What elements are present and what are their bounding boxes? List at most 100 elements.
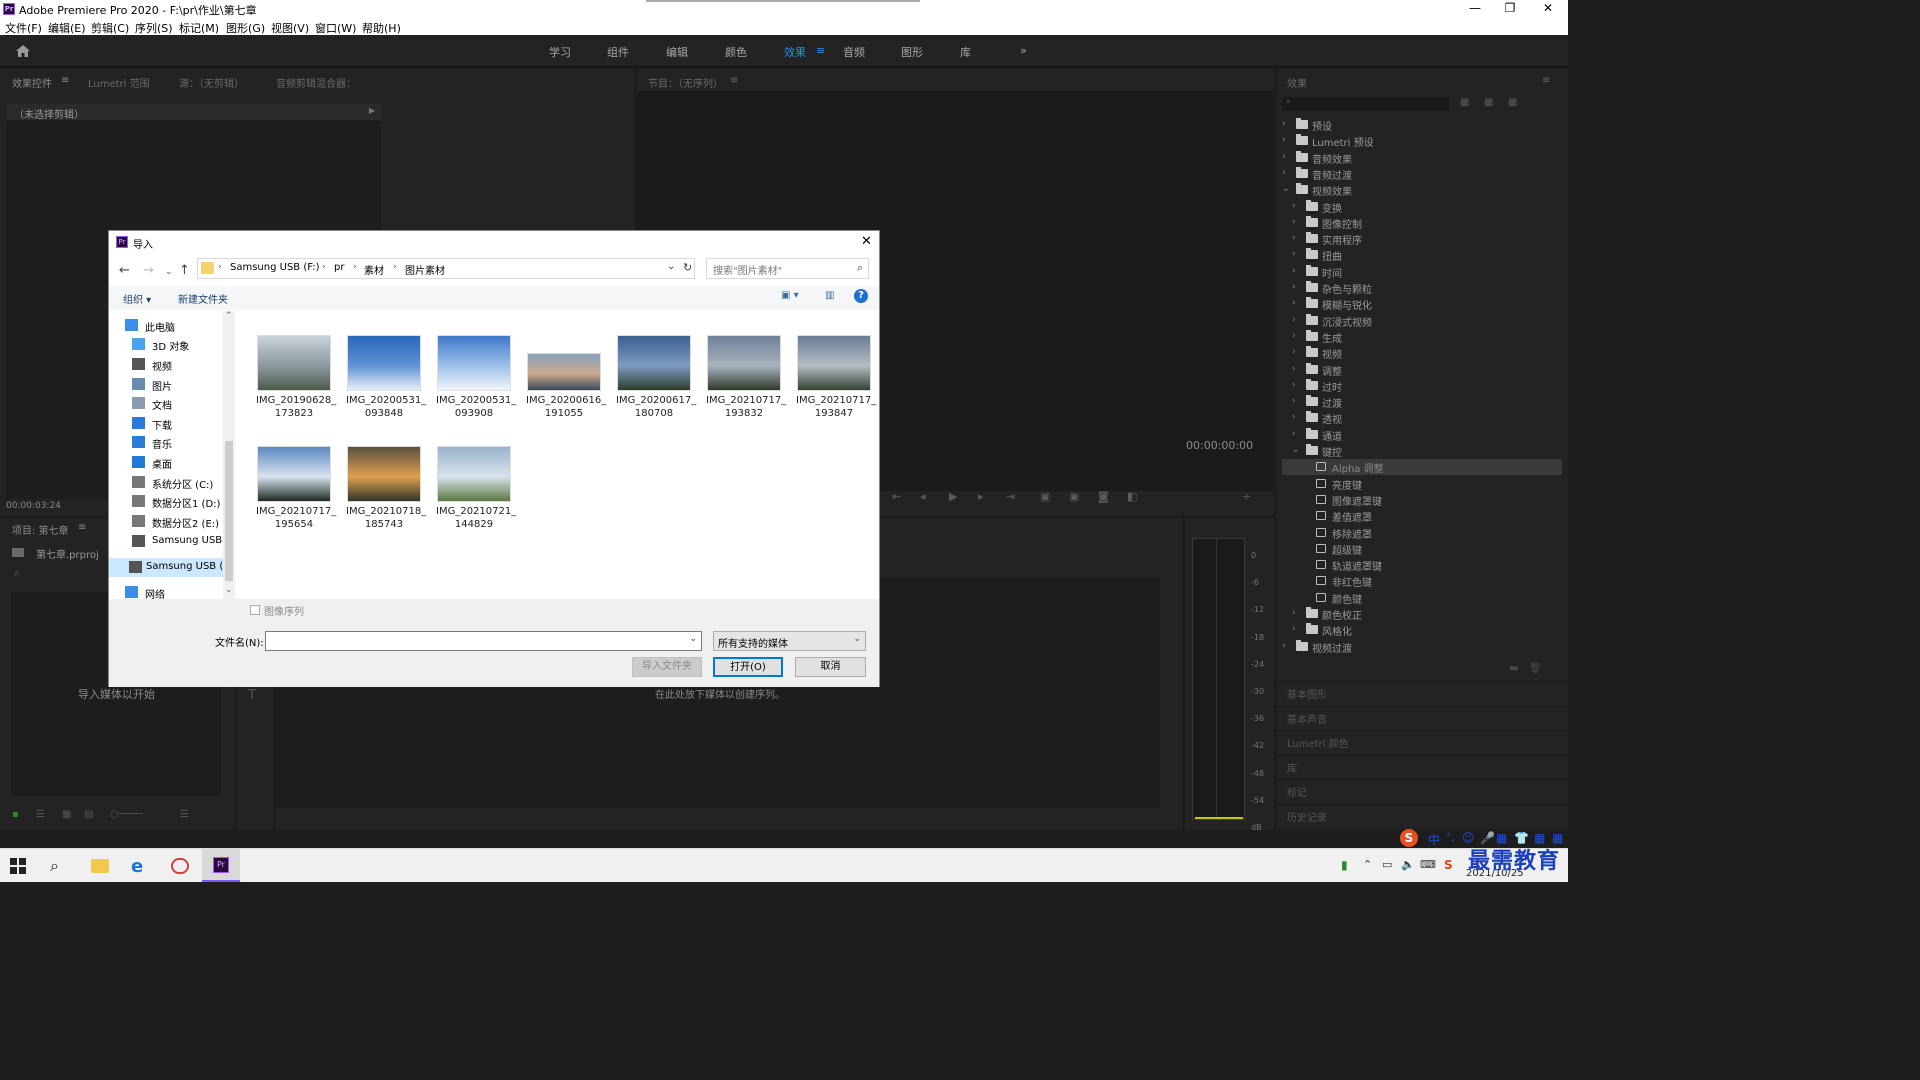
file-thumbnail[interactable]: IMG_20200531_ 093848 [346, 335, 426, 420]
close-window-button[interactable]: ✕ [1530, 0, 1566, 18]
tab-menu-icon[interactable]: ≡ [61, 75, 69, 86]
effect-item[interactable]: 差值遮罩 [1282, 508, 1562, 524]
collapsed-panel-header[interactable]: 基本声音 [1277, 705, 1568, 728]
effect-folder[interactable]: › 音频效果 [1282, 150, 1562, 166]
collapsed-panel-header[interactable]: 历史记录 [1277, 803, 1568, 826]
menu-help[interactable]: 帮助(H) [362, 20, 401, 36]
file-thumbnail[interactable]: IMG_20210717_ 195654 [256, 446, 336, 531]
chevron-right-icon[interactable]: › [1282, 152, 1286, 162]
effect-item[interactable]: 亮度键 [1282, 476, 1562, 492]
windows-start-icon[interactable] [10, 858, 26, 874]
workspace-tab-color[interactable]: 颜色 [725, 44, 747, 60]
file-explorer-icon[interactable] [91, 859, 109, 873]
tray-app-icon[interactable]: ▮ [1341, 858, 1348, 872]
nav-item[interactable]: 3D 对象 [132, 335, 232, 354]
chevron-right-icon[interactable]: › [1292, 380, 1296, 390]
home-icon[interactable] [15, 43, 31, 59]
chevron-right-icon[interactable]: › [1292, 429, 1296, 439]
network-tray-icon[interactable]: ▭ [1382, 858, 1392, 871]
sort-icon[interactable]: ☰ [180, 809, 189, 820]
icon-view-icon[interactable]: ▦ [62, 809, 71, 820]
ime-tray-icon[interactable]: ⌨ [1420, 858, 1436, 871]
chevron-right-icon[interactable]: › [1292, 396, 1296, 406]
minimize-button[interactable]: — [1457, 0, 1493, 18]
menu-edit[interactable]: 编辑(E) [48, 20, 86, 36]
effect-folder[interactable]: › 视频 [1282, 345, 1562, 361]
menu-clip[interactable]: 剪辑(C) [91, 20, 129, 36]
lock-icon[interactable]: ▪ [12, 809, 19, 820]
effect-folder[interactable]: › 过渡 [1282, 394, 1562, 410]
tab-lumetri-scopes[interactable]: Lumetri 范围 [88, 75, 150, 90]
search-icon[interactable]: ⌕ [857, 261, 863, 275]
effect-folder[interactable]: › 实用程序 [1282, 231, 1562, 247]
chevron-right-icon[interactable]: › [1292, 298, 1296, 308]
file-thumbnail[interactable]: IMG_20210717_ 193832 [706, 335, 786, 420]
filename-input[interactable]: ⌄ [265, 631, 702, 651]
project-search-icon[interactable]: ⌕ [14, 568, 20, 579]
effect-item[interactable]: 轨道遮罩键 [1282, 557, 1562, 573]
chevron-right-icon[interactable]: › [1292, 364, 1296, 374]
search-input[interactable]: 搜索"图片素材" ⌕ [706, 258, 869, 279]
chevron-right-icon[interactable]: › [1292, 412, 1296, 422]
step-back-icon[interactable]: ◂ [920, 490, 926, 503]
effects-panel-menu-icon[interactable]: ≡ [1542, 75, 1550, 86]
effect-folder[interactable]: › 模糊与锐化 [1282, 296, 1562, 312]
effect-folder[interactable]: › 音频过渡 [1282, 166, 1562, 182]
nav-item[interactable]: 系统分区 (C:) [132, 473, 232, 492]
effect-item[interactable]: Alpha 调整 [1282, 459, 1562, 476]
chevron-right-icon[interactable]: › [1292, 347, 1296, 357]
delete-icon[interactable]: 🗑 [1529, 663, 1542, 674]
effect-folder[interactable]: ⌄ 视频效果 [1282, 182, 1562, 198]
file-thumbnail[interactable]: IMG_20200531_ 093908 [436, 335, 516, 420]
file-thumbnail[interactable]: IMG_20200617_ 180708 [616, 335, 696, 420]
up-icon[interactable]: ↑ [179, 263, 190, 278]
extract-icon[interactable]: ▣ [1069, 490, 1079, 503]
back-icon[interactable]: ← [119, 263, 130, 278]
effect-item[interactable]: 图像遮罩键 [1282, 492, 1562, 508]
menu-graphics[interactable]: 图形(G) [226, 20, 265, 36]
chevron-right-icon[interactable]: › [1292, 249, 1296, 259]
file-thumbnail[interactable]: IMG_20210717_ 193847 [796, 335, 876, 420]
view-options-icon[interactable]: ▣ ▾ [781, 290, 799, 301]
breadcrumb-drive[interactable]: Samsung USB (F:) [230, 262, 319, 273]
expand-arrow-icon[interactable]: ▶ [369, 106, 375, 115]
chevron-right-icon[interactable]: › [1282, 168, 1286, 178]
effect-folder[interactable]: › 预设 [1282, 117, 1562, 133]
effect-item[interactable]: 超级键 [1282, 541, 1562, 557]
step-forward-icon[interactable]: ▸ [978, 490, 984, 503]
go-to-in-icon[interactable]: ⇤ [892, 490, 901, 503]
workspace-menu-icon[interactable]: ≡ [816, 44, 825, 57]
type-tool-icon[interactable]: T [248, 688, 256, 703]
collapsed-panel-header[interactable]: 标记 [1277, 779, 1568, 801]
effect-item[interactable]: 颜色键 [1282, 590, 1562, 606]
recent-locations-icon[interactable]: ⌄ [165, 267, 173, 277]
cancel-button[interactable]: 取消 [795, 657, 866, 677]
effect-item[interactable]: 移除遮罩 [1282, 525, 1562, 541]
nav-item[interactable]: 文档 [132, 394, 232, 413]
effect-folder[interactable]: › 通道 [1282, 427, 1562, 443]
chevron-down-icon[interactable]: ⌄ [1292, 445, 1300, 455]
effect-folder[interactable]: › 生成 [1282, 329, 1562, 345]
maximize-button[interactable]: ❐ [1492, 0, 1528, 18]
nav-item[interactable]: 下载 [132, 414, 232, 433]
file-thumbnail[interactable]: IMG_20190628_ 173823 [256, 335, 336, 420]
tab-project[interactable]: 项目: 第七章 [12, 522, 69, 537]
chevron-right-icon[interactable]: › [1282, 119, 1286, 129]
project-tab-menu-icon[interactable]: ≡ [78, 522, 86, 533]
breadcrumb-sucai[interactable]: 素材 [364, 262, 384, 277]
lift-icon[interactable]: ▣ [1040, 490, 1050, 503]
ime-chinese-mode[interactable]: 中 [1428, 831, 1440, 848]
workspace-tab-graphics[interactable]: 图形 [901, 44, 923, 60]
open-button[interactable]: 打开(O) [713, 657, 783, 677]
menu-sequence[interactable]: 序列(S) [135, 20, 173, 36]
nav-item[interactable]: 数据分区2 (E:) [132, 512, 232, 531]
effect-folder[interactable]: › 扭曲 [1282, 247, 1562, 263]
chevron-right-icon[interactable]: › [1292, 624, 1296, 634]
organize-button[interactable]: 组织 ▾ [123, 291, 151, 306]
workspace-tab-learn[interactable]: 学习 [549, 44, 571, 60]
sogou-ime-icon[interactable]: S [1400, 829, 1418, 847]
tab-source[interactable]: 源：（无剪辑） [179, 75, 244, 90]
nav-item[interactable]: Samsung USB (F [109, 558, 229, 577]
edge-browser-icon[interactable]: e [131, 856, 151, 877]
file-thumbnail[interactable]: IMG_20210721_ 144829 [436, 446, 516, 531]
